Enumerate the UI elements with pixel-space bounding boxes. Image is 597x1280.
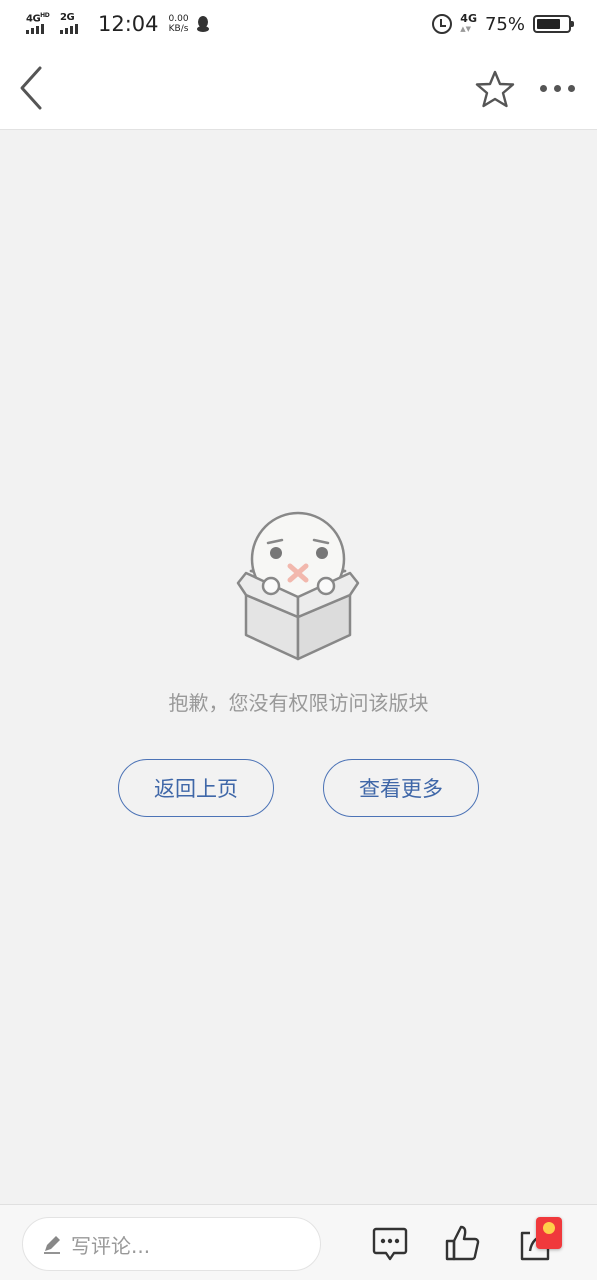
network-speed: 0.00 KB/s xyxy=(169,14,189,34)
network-speed-unit: KB/s xyxy=(168,24,189,34)
bottom-action-bar: 写评论... xyxy=(0,1204,597,1280)
sim2-signal-icon: 2G xyxy=(60,12,88,36)
thumbs-up-icon[interactable] xyxy=(444,1223,482,1263)
qq-icon xyxy=(196,16,209,32)
status-bar: 4GHD 2G 12:04 0.00 KB/s 4G ▲▼ 75% xyxy=(0,0,597,48)
favorite-button[interactable] xyxy=(474,68,516,110)
red-packet-icon[interactable] xyxy=(536,1217,562,1249)
main-content: 抱歉，您没有权限访问该版块 返回上页 查看更多 xyxy=(0,131,597,1204)
see-more-button[interactable]: 查看更多 xyxy=(323,759,479,817)
back-button[interactable] xyxy=(12,64,52,112)
alarm-icon xyxy=(432,14,453,34)
status-bar-right: 4G ▲▼ 75% xyxy=(432,10,574,38)
comment-placeholder: 写评论... xyxy=(71,1233,151,1258)
no-permission-message: 抱歉，您没有权限访问该版块 xyxy=(168,691,429,715)
no-permission-box-icon xyxy=(236,511,360,661)
battery-icon xyxy=(533,15,574,33)
clock: 12:04 xyxy=(98,12,159,36)
comment-input[interactable]: 写评论... xyxy=(22,1217,321,1271)
network-type: 4G ▲▼ xyxy=(460,12,477,33)
comment-icon[interactable] xyxy=(372,1225,408,1263)
status-bar-left: 4GHD 2G 12:04 0.00 KB/s xyxy=(26,10,211,38)
go-back-button[interactable]: 返回上页 xyxy=(118,759,274,817)
back-arrow-icon xyxy=(20,66,42,110)
top-navbar xyxy=(0,48,597,130)
more-dots-icon xyxy=(539,84,547,92)
more-button[interactable] xyxy=(532,72,582,104)
star-icon xyxy=(475,70,515,108)
network-speed-value: 0.00 xyxy=(168,14,189,24)
battery-percent: 75% xyxy=(484,13,525,35)
pencil-icon xyxy=(44,1236,60,1254)
sim1-signal-icon: 4GHD xyxy=(26,12,54,36)
